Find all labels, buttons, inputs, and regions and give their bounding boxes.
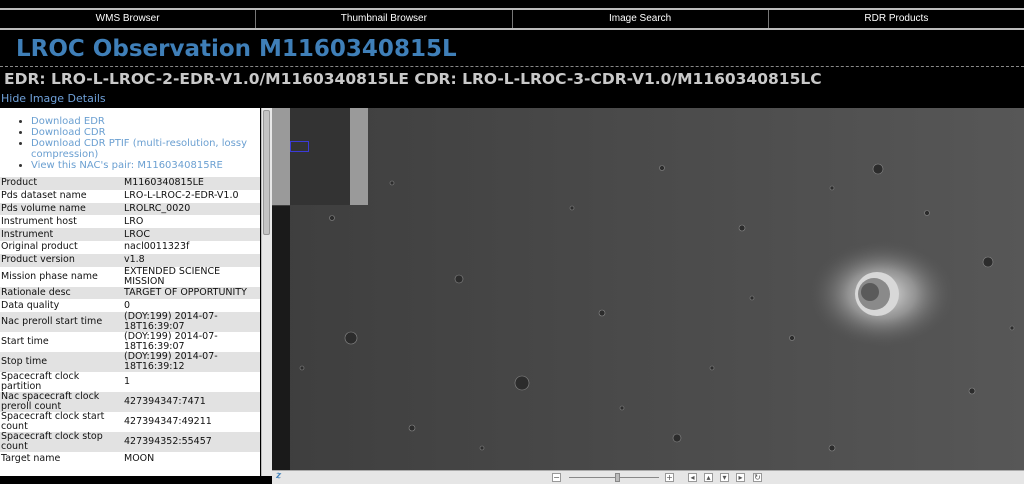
download-links: Download EDR Download CDR Download CDR P… <box>0 116 260 171</box>
detail-value: M1160340815LE <box>123 177 260 190</box>
list-item: Download CDR PTIF (multi-resolution, los… <box>31 138 260 160</box>
pan-down-button[interactable]: ▾ <box>720 473 729 482</box>
view-nac-pair-link[interactable]: View this NAC's pair: M1160340815RE <box>31 160 223 171</box>
detail-key: Rationale desc <box>0 286 123 300</box>
detail-value: nacl0011323f <box>123 240 260 254</box>
list-item: Download EDR <box>31 116 260 127</box>
detail-key: Data quality <box>0 299 123 313</box>
detail-value: 427394347:49211 <box>123 412 260 433</box>
product-subtitle: EDR: LRO-L-LROC-2-EDR-V1.0/M1160340815LE… <box>4 70 822 88</box>
overview-strip <box>290 108 350 205</box>
nav-rdr-products[interactable]: RDR Products <box>769 10 1024 28</box>
detail-key: Spacecraft clock stop count <box>0 432 123 453</box>
detail-value: EXTENDED SCIENCE MISSION <box>123 266 260 287</box>
table-row: Nac spacecraft clock preroll count 427394… <box>0 392 260 413</box>
detail-key: Stop time <box>0 352 123 373</box>
table-row: Instrument LROC <box>0 228 260 241</box>
detail-value: v1.8 <box>123 253 260 267</box>
table-row: Original product nacl0011323f <box>0 240 260 254</box>
detail-key: Pds dataset name <box>0 189 123 203</box>
detail-key: Spacecraft clock start count <box>0 412 123 433</box>
hide-image-details-link[interactable]: Hide Image Details <box>1 92 106 105</box>
table-row: Product version v1.8 <box>0 253 260 267</box>
table-row: Start time (DOY:199) 2014-07-18T16:39:07 <box>0 332 260 353</box>
detail-key: Instrument host <box>0 215 123 229</box>
detail-key: Instrument <box>0 228 123 241</box>
detail-key: Start time <box>0 332 123 353</box>
table-row: Spacecraft clock stop count 427394352:554… <box>0 432 260 453</box>
image-edge <box>272 206 290 470</box>
viewer-toolbar: z − + ◂ ▴ ▾ ▸ ↻ <box>272 470 1024 484</box>
page-title: LROC Observation M1160340815L <box>16 36 457 62</box>
nav-image-search[interactable]: Image Search <box>513 10 769 28</box>
viewport-indicator[interactable] <box>290 141 309 152</box>
detail-key: Spacecraft clock partition <box>0 372 123 393</box>
detail-key: Mission phase name <box>0 266 123 287</box>
detail-key: Nac preroll start time <box>0 312 123 333</box>
detail-value: 1 <box>123 372 260 393</box>
nav-wms-browser[interactable]: WMS Browser <box>0 10 257 28</box>
pan-left-button[interactable]: ◂ <box>688 473 697 482</box>
table-row: Mission phase name EXTENDED SCIENCE MISSI… <box>0 266 260 287</box>
detail-value: (DOY:199) 2014-07-18T16:39:12 <box>123 352 260 373</box>
divider <box>0 66 1024 67</box>
detail-key: Nac spacecraft clock preroll count <box>0 392 123 413</box>
image-viewer[interactable] <box>272 108 1024 470</box>
pan-up-button[interactable]: ▴ <box>704 473 713 482</box>
details-table: Product M1160340815LE Pds dataset name LRO… <box>0 177 260 465</box>
table-row: Target name MOON <box>0 452 260 465</box>
download-edr-link[interactable]: Download EDR <box>31 116 105 127</box>
detail-value: LRO <box>123 215 260 229</box>
table-row: Instrument host LRO <box>0 215 260 229</box>
details-scrollbar[interactable] <box>261 108 272 476</box>
table-row: Nac preroll start time (DOY:199) 2014-07-… <box>0 312 260 333</box>
list-item: View this NAC's pair: M1160340815RE <box>31 160 260 171</box>
lunar-surface-image <box>272 108 1024 470</box>
pan-right-button[interactable]: ▸ <box>736 473 745 482</box>
table-row: Spacecraft clock partition 1 <box>0 372 260 393</box>
download-cdr-ptif-link[interactable]: Download CDR PTIF (multi-resolution, los… <box>31 138 247 160</box>
detail-value: 427394352:55457 <box>123 432 260 453</box>
table-row: Pds dataset name LRO-L-LROC-2-EDR-V1.0 <box>0 189 260 203</box>
detail-key: Original product <box>0 240 123 254</box>
detail-value: LROC <box>123 228 260 241</box>
download-cdr-link[interactable]: Download CDR <box>31 127 106 138</box>
zoom-indicator: z <box>276 471 282 481</box>
scrollbar-thumb[interactable] <box>263 110 270 235</box>
table-row: Spacecraft clock start count 427394347:49… <box>0 412 260 433</box>
table-row: Pds volume name LROLRC_0020 <box>0 202 260 216</box>
zoom-out-button[interactable]: − <box>552 473 561 482</box>
detail-value: LRO-L-LROC-2-EDR-V1.0 <box>123 189 260 203</box>
zoom-slider-handle[interactable] <box>615 473 620 482</box>
table-row: Stop time (DOY:199) 2014-07-18T16:39:12 <box>0 352 260 373</box>
image-details-panel: Download EDR Download CDR Download CDR P… <box>0 108 260 476</box>
detail-value: LROLRC_0020 <box>123 202 260 216</box>
list-item: Download CDR <box>31 127 260 138</box>
detail-value: (DOY:199) 2014-07-18T16:39:07 <box>123 332 260 353</box>
overview-map[interactable] <box>272 108 368 205</box>
detail-value: (DOY:199) 2014-07-18T16:39:07 <box>123 312 260 333</box>
reset-view-button[interactable]: ↻ <box>753 473 762 482</box>
detail-value: MOON <box>123 452 260 465</box>
table-row: Product M1160340815LE <box>0 177 260 190</box>
nav-thumbnail-browser[interactable]: Thumbnail Browser <box>256 10 513 28</box>
detail-key: Target name <box>0 452 123 465</box>
table-row: Rationale desc TARGET OF OPPORTUNITY <box>0 286 260 300</box>
zoom-in-button[interactable]: + <box>665 473 674 482</box>
detail-key: Product version <box>0 253 123 267</box>
detail-value: 427394347:7471 <box>123 392 260 413</box>
detail-key: Product <box>0 177 123 190</box>
detail-key: Pds volume name <box>0 202 123 216</box>
top-navigation: WMS Browser Thumbnail Browser Image Sear… <box>0 8 1024 30</box>
detail-value: TARGET OF OPPORTUNITY <box>123 286 260 300</box>
zoom-slider-track[interactable] <box>569 477 659 478</box>
